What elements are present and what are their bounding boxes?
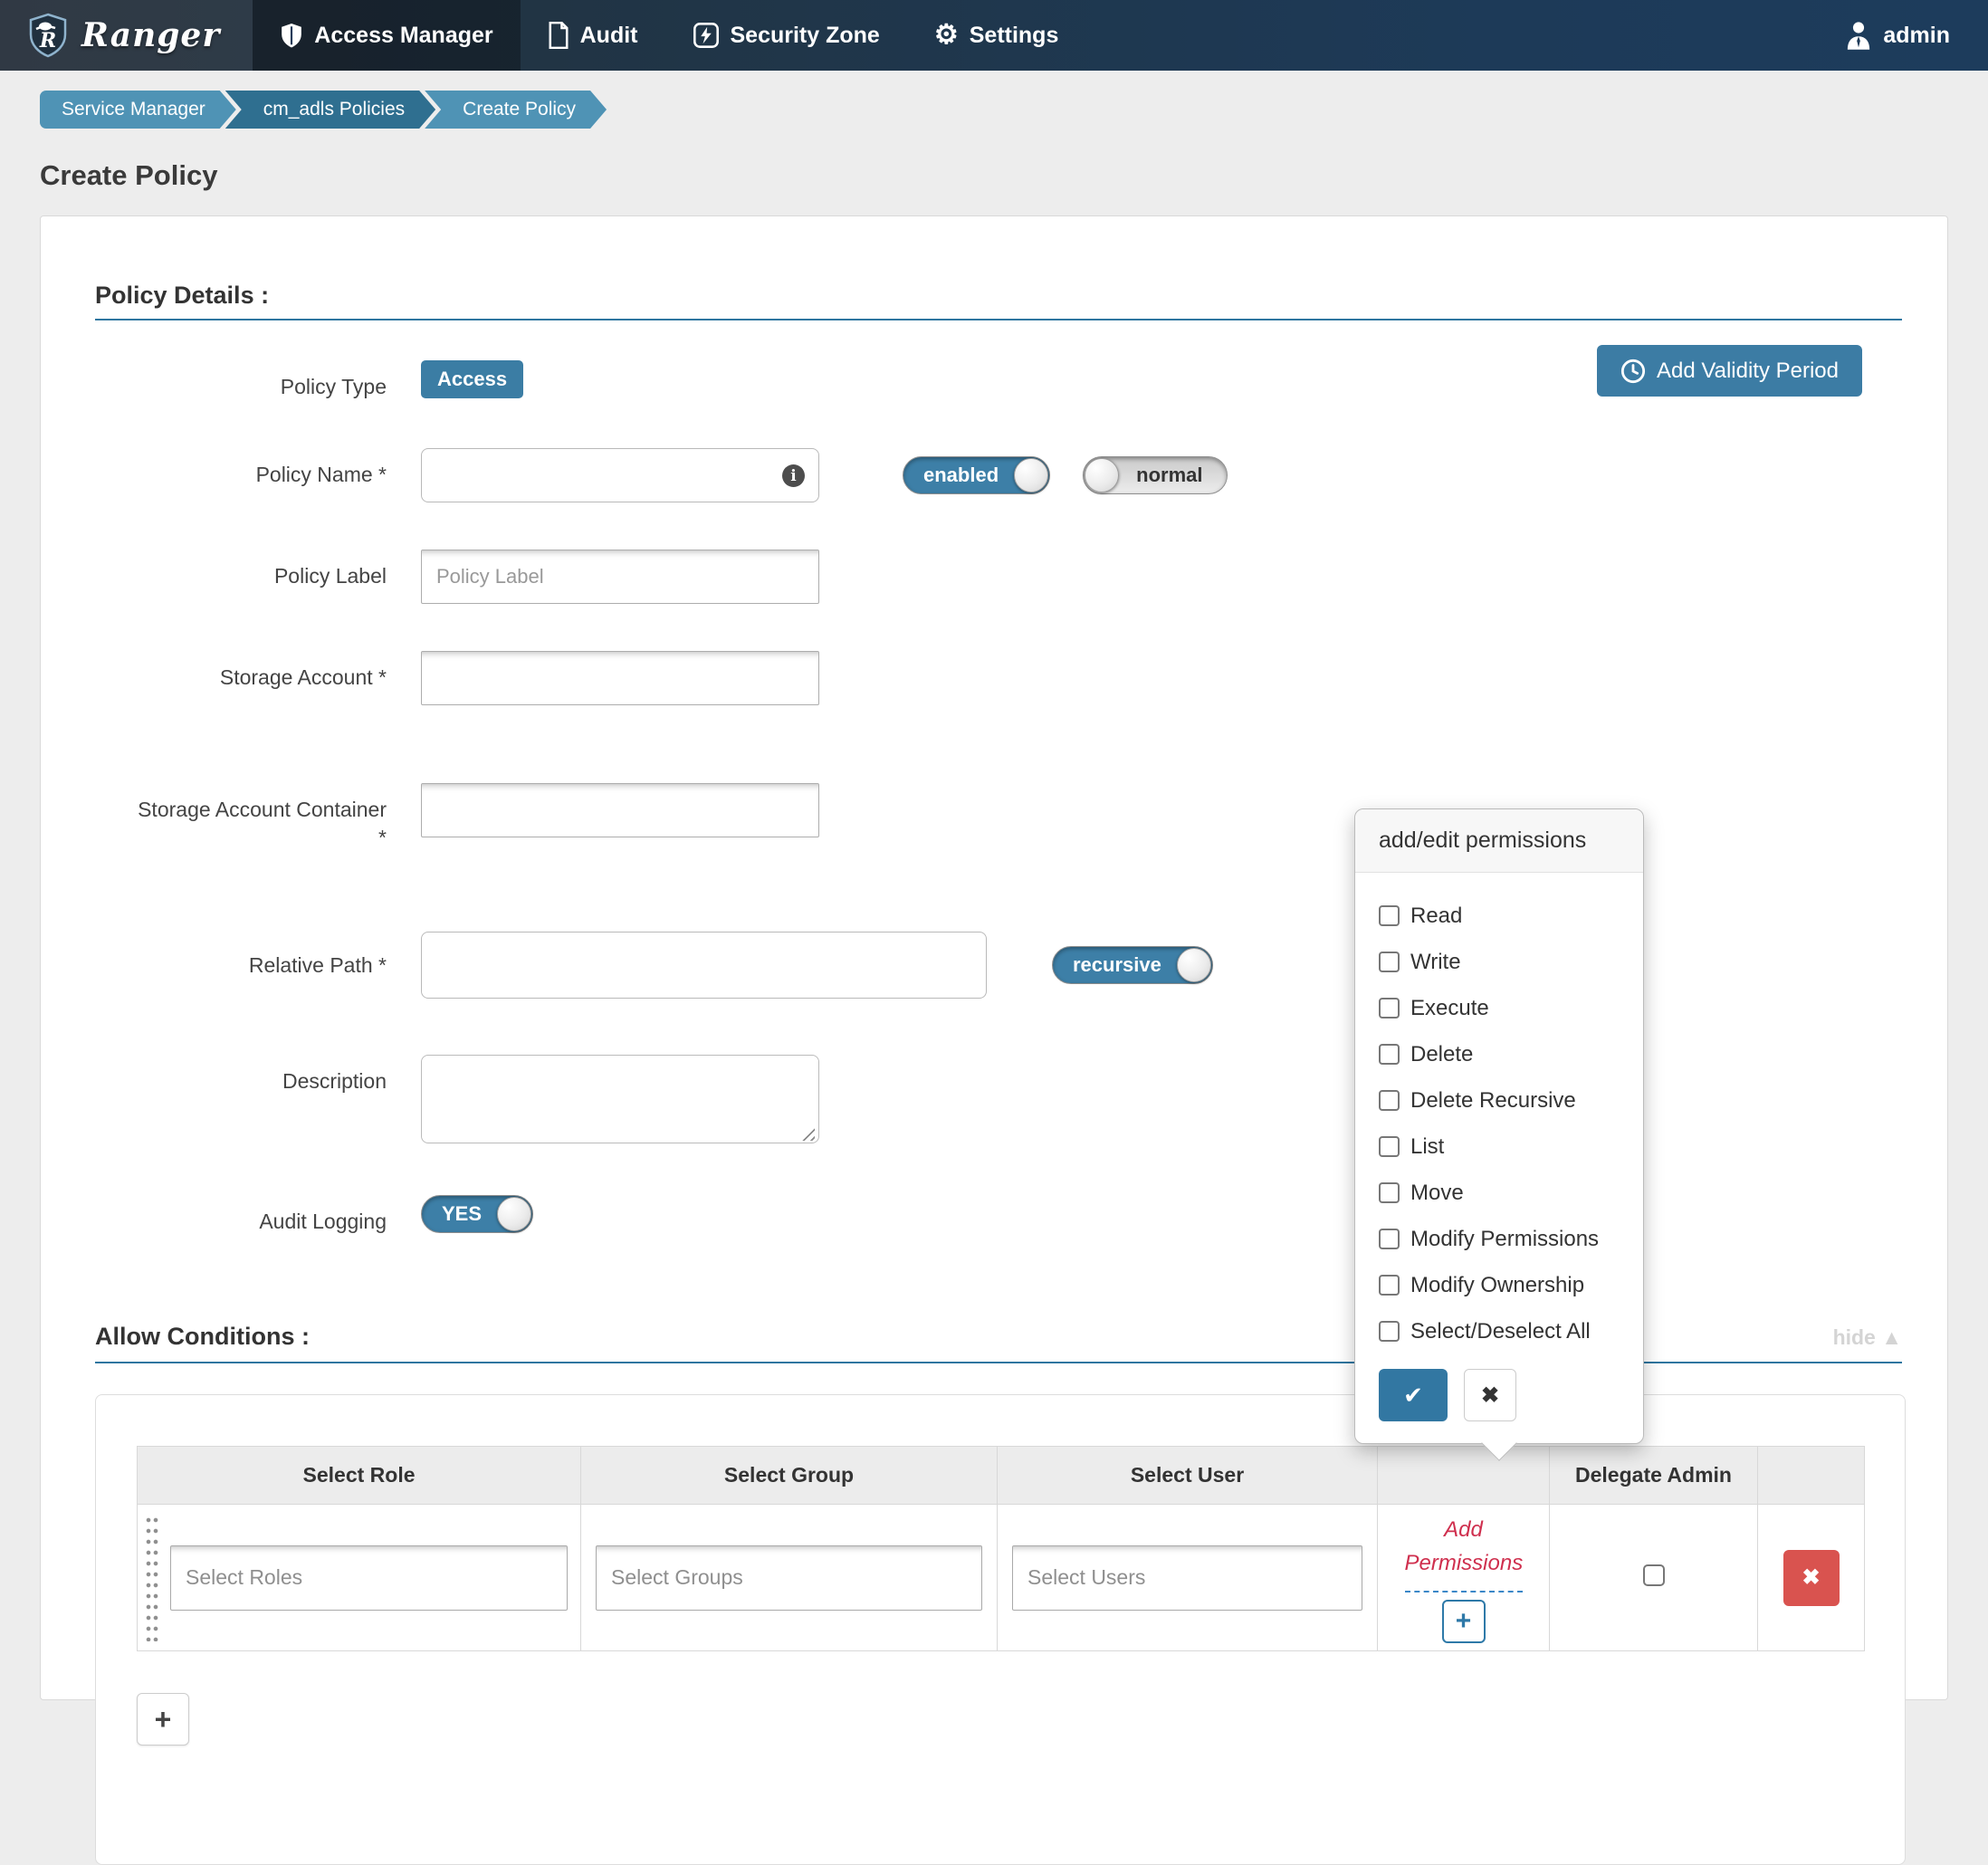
document-icon [548,22,569,49]
select-deselect-all-checkbox[interactable] [1379,1321,1400,1342]
breadcrumb: Service Manager cm_adls Policies Create … [40,91,1988,129]
column-header-select-group: Select Group [580,1446,998,1506]
delegate-admin-checkbox[interactable] [1642,1564,1665,1587]
storage-account-input[interactable] [421,651,819,706]
nav-item-security-zone[interactable]: Security Zone [665,0,907,71]
add-condition-row-button[interactable]: + [137,1693,189,1746]
select-roles-input[interactable] [170,1545,568,1611]
description-label: Description [282,1069,387,1094]
nav-item-settings[interactable]: ⚙ Settings [907,0,1086,71]
cancel-permissions-button[interactable]: ✖ [1464,1369,1516,1421]
policy-type-badge: Access [421,360,524,398]
permission-option-move: Move [1379,1170,1620,1216]
policy-label-label: Policy Label [273,564,387,588]
username: admin [1883,22,1950,48]
policy-name-input[interactable] [421,448,819,503]
gear-icon: ⚙ [933,20,959,50]
top-navbar: R Ranger Access Manager Audit Security Z… [0,0,1988,71]
info-icon: i [782,464,805,488]
clock-icon [1620,359,1646,384]
delete-recursive-checkbox[interactable] [1379,1090,1400,1111]
create-policy-panel: Policy Details : Add Validity Period Pol… [40,215,1948,1865]
permission-option-delete: Delete [1379,1031,1620,1077]
svg-text:R: R [39,29,56,53]
breadcrumb-service-manager[interactable]: Service Manager [40,91,236,129]
permissions-popup-title: add/edit permissions [1355,809,1643,873]
permission-option-select-all: Select/Deselect All [1379,1308,1620,1354]
read-checkbox[interactable] [1379,905,1400,926]
write-checkbox[interactable] [1379,952,1400,972]
add-validity-period-button[interactable]: Add Validity Period [1597,345,1862,397]
ranger-shield-logo-icon: R [27,13,69,58]
modify-permissions-checkbox[interactable] [1379,1229,1400,1249]
breadcrumb-create-policy[interactable]: Create Policy [425,91,607,129]
page-title: Create Policy [40,159,218,191]
relative-path-label: Relative Path * [248,953,387,978]
delete-checkbox[interactable] [1379,1044,1400,1065]
policy-label-input[interactable] [421,550,819,605]
drag-handle[interactable] [145,1514,159,1641]
nav-item-access-manager[interactable]: Access Manager [253,0,521,71]
relative-path-input[interactable] [421,932,987,999]
permission-option-modify-ownership: Modify Ownership [1379,1262,1620,1308]
execute-checkbox[interactable] [1379,998,1400,1019]
storage-account-label: Storage Account * [219,665,387,690]
policy-details-heading: Policy Details : [95,282,270,309]
column-header-permissions [1377,1446,1550,1506]
lightning-icon [693,22,720,49]
toggle-knob [497,1197,532,1232]
permission-option-modify-permissions: Modify Permissions [1379,1216,1620,1262]
toggle-knob [1085,458,1120,493]
confirm-permissions-button[interactable]: ✔ [1379,1369,1448,1421]
policy-type-label: Policy Type [280,375,387,398]
nav-menu: Access Manager Audit Security Zone ⚙ Set… [253,0,1085,71]
audit-logging-label: Audit Logging [259,1210,387,1234]
storage-account-container-input[interactable] [421,783,819,838]
list-checkbox[interactable] [1379,1136,1400,1157]
select-users-input[interactable] [1012,1545,1362,1611]
allow-conditions-table: Select Role Select Group Select User Del… [137,1446,1865,1652]
policy-details-rule [95,319,1902,320]
permission-option-execute: Execute [1379,985,1620,1031]
condition-row: Add Permissions + ✖ [137,1504,1865,1652]
column-header-delegate-admin: Delegate Admin [1549,1446,1758,1506]
delete-row-button[interactable]: ✖ [1783,1549,1840,1606]
chevron-up-icon: ▲ [1881,1325,1902,1350]
toggle-knob [1176,948,1211,983]
audit-logging-toggle[interactable]: YES [421,1195,534,1234]
shield-icon [280,22,303,49]
user-menu[interactable]: admin [1845,0,1950,71]
permission-option-read: Read [1379,893,1620,939]
policy-name-label: Policy Name * [255,463,387,487]
policy-enabled-toggle[interactable]: enabled [903,456,1051,495]
permissions-popup: add/edit permissions Read Write Execute … [1354,808,1644,1461]
add-permissions-link[interactable]: Add Permissions [1404,1513,1523,1592]
user-icon [1845,20,1872,51]
permission-option-delete-recursive: Delete Recursive [1379,1077,1620,1124]
column-header-select-user: Select User [997,1446,1378,1506]
column-header-select-role: Select Role [137,1446,581,1506]
ranger-brand[interactable]: R Ranger [0,0,253,71]
nav-item-audit[interactable]: Audit [521,0,665,71]
move-checkbox[interactable] [1379,1182,1400,1203]
modify-ownership-checkbox[interactable] [1379,1275,1400,1296]
column-header-actions [1757,1446,1865,1506]
required-mark: * [378,826,387,850]
permission-option-list: List [1379,1124,1620,1170]
recursive-toggle[interactable]: recursive [1052,946,1213,985]
allow-conditions-heading: Allow Conditions : [95,1323,310,1351]
description-textarea[interactable] [421,1055,819,1144]
add-permission-button[interactable]: + [1441,1599,1486,1643]
allow-conditions-panel: Select Role Select Group Select User Del… [95,1394,1906,1865]
storage-account-container-label: Storage Account Container * [95,783,387,852]
select-groups-input[interactable] [596,1545,982,1611]
toggle-knob [1014,458,1049,493]
breadcrumb-cm-adls-policies[interactable]: cm_adls Policies [225,91,435,129]
policy-priority-toggle[interactable]: normal [1083,456,1228,495]
hide-conditions-link[interactable]: hide ▲ [1833,1325,1902,1350]
brand-name: Ranger [81,16,221,54]
permission-option-write: Write [1379,939,1620,985]
